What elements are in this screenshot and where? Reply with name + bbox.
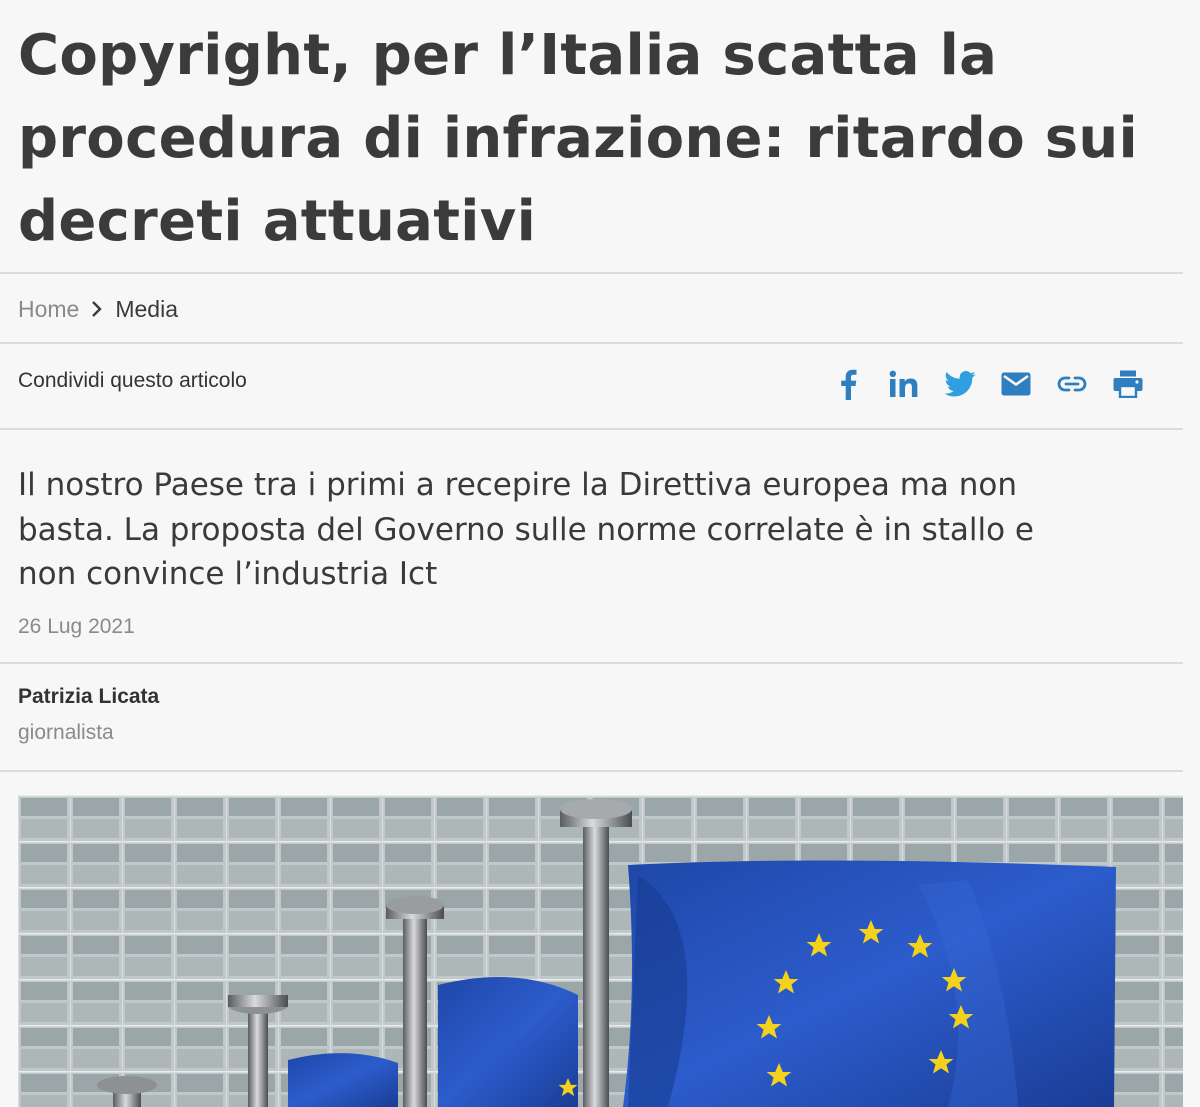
title-line-3: decreti attuativi (18, 189, 537, 254)
title-line-2: procedura di infrazione: ritardo sui (18, 106, 1139, 171)
share-label: Condividi questo articolo (18, 369, 247, 392)
divider (0, 662, 1183, 664)
publish-date: 26 Lug 2021 (18, 615, 135, 638)
divider (0, 770, 1183, 772)
article-title: Copyright, per l’Italia scatta la proced… (18, 14, 1178, 263)
divider (0, 342, 1183, 344)
article-subtitle: Il nostro Paese tra i primi a recepire l… (18, 463, 1168, 597)
chevron-right-icon (91, 300, 103, 318)
author-name[interactable]: Patrizia Licata (18, 685, 159, 709)
facebook-icon[interactable] (830, 366, 866, 402)
linkedin-icon[interactable] (886, 366, 922, 402)
subtitle-line-1: Il nostro Paese tra i primi a recepire l… (18, 467, 1018, 503)
title-line-1: Copyright, per l’Italia scatta la (18, 23, 998, 88)
hero-image (18, 795, 1183, 1107)
share-bar (830, 366, 1146, 402)
author-role: giornalista (18, 721, 114, 744)
divider (0, 428, 1183, 430)
divider (0, 272, 1183, 274)
subtitle-line-2: basta. La proposta del Governo sulle nor… (18, 511, 1034, 548)
breadcrumb: Home Media (18, 293, 178, 325)
breadcrumb-home-link[interactable]: Home (18, 296, 79, 323)
subtitle-line-3: non convince l’industria Ict (18, 556, 438, 592)
breadcrumb-media-link[interactable]: Media (115, 296, 178, 323)
print-icon[interactable] (1110, 366, 1146, 402)
link-icon[interactable] (1054, 366, 1090, 402)
email-icon[interactable] (998, 366, 1034, 402)
twitter-icon[interactable] (942, 366, 978, 402)
